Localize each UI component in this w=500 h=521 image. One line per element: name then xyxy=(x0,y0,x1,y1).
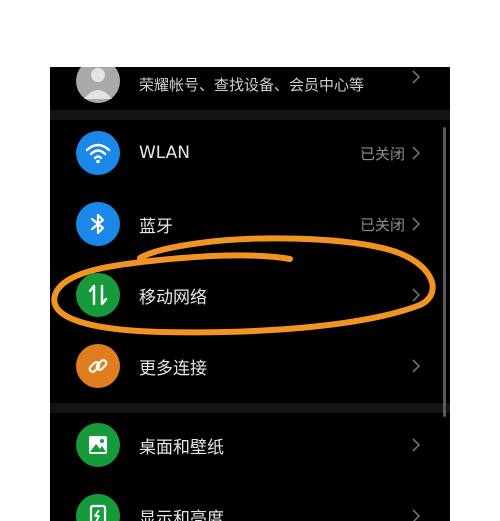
display-brightness-row[interactable]: 显示和亮度 xyxy=(50,486,450,521)
avatar-icon xyxy=(76,67,120,103)
account-subtitle: 荣耀帐号、查找设备、会员中心等 xyxy=(139,76,365,94)
chevron-right-icon xyxy=(412,509,421,521)
section-divider xyxy=(50,110,450,120)
chevron-right-icon xyxy=(412,70,421,84)
account-row[interactable]: 荣耀帐号、查找设备、会员中心等 xyxy=(50,67,450,109)
wlan-status: 已关闭 xyxy=(359,144,405,163)
mobile-network-label: 移动网络 xyxy=(139,287,207,308)
bluetooth-status: 已关闭 xyxy=(359,215,405,234)
more-connections-label: 更多连接 xyxy=(139,358,207,379)
display-icon xyxy=(76,494,120,521)
link-icon xyxy=(76,344,120,388)
chevron-right-icon xyxy=(412,288,421,302)
bluetooth-label: 蓝牙 xyxy=(139,216,173,237)
desktop-wallpaper-row[interactable]: 桌面和壁纸 xyxy=(50,415,450,475)
wlan-row[interactable]: WLAN 已关闭 xyxy=(50,123,450,183)
wlan-label: WLAN xyxy=(139,143,191,163)
wifi-icon xyxy=(76,131,120,175)
settings-screen: 荣耀帐号、查找设备、会员中心等 WLAN 已关闭 蓝牙 已关闭 移动网络 更多连… xyxy=(50,67,450,521)
display-brightness-label: 显示和亮度 xyxy=(139,508,224,521)
mobile-network-row[interactable]: 移动网络 xyxy=(50,265,450,325)
chevron-right-icon xyxy=(412,359,421,373)
chevron-right-icon xyxy=(412,217,421,231)
scrollbar[interactable] xyxy=(443,127,446,417)
bluetooth-icon xyxy=(76,202,120,246)
desktop-wallpaper-label: 桌面和壁纸 xyxy=(139,437,224,458)
wallpaper-icon xyxy=(76,423,120,467)
more-connections-row[interactable]: 更多连接 xyxy=(50,336,450,396)
section-divider xyxy=(50,403,450,413)
mobile-data-icon xyxy=(76,273,120,317)
chevron-right-icon xyxy=(412,438,421,452)
chevron-right-icon xyxy=(412,146,421,160)
bluetooth-row[interactable]: 蓝牙 已关闭 xyxy=(50,194,450,254)
